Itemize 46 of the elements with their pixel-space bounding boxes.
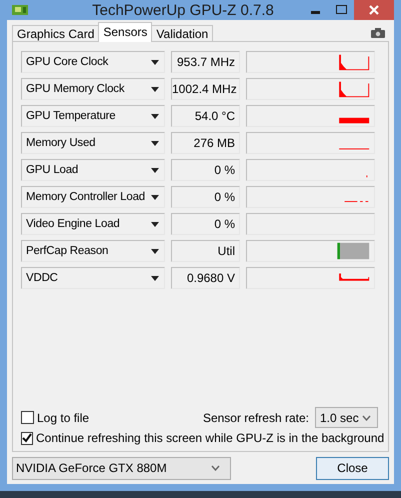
dropdown-arrow-icon[interactable]	[151, 168, 159, 172]
sensor-dropdown[interactable]: GPU Temperature	[21, 105, 165, 127]
close-button[interactable]	[354, 0, 394, 20]
sensor-value: 1002.4 MHz	[171, 78, 240, 100]
checkbox[interactable]	[21, 432, 33, 444]
dropdown-arrow-icon[interactable]	[151, 114, 159, 118]
sensor-dropdown[interactable]: Video Engine Load	[21, 213, 165, 235]
sensor-value: 0 %	[171, 213, 240, 235]
sensor-dropdown[interactable]: PerfCap Reason	[21, 240, 165, 262]
sensor-dropdown[interactable]: GPU Load	[21, 159, 165, 181]
refresh-rate-dropdown[interactable]: 1.0 sec	[315, 407, 378, 428]
sensor-value: 276 MB	[171, 132, 240, 154]
dropdown-arrow-icon[interactable]	[151, 140, 159, 146]
dropdown-arrow-icon[interactable]	[151, 222, 159, 226]
sensor-dropdown[interactable]: VDDC	[21, 267, 165, 289]
sensor-value: 54.0 °C	[171, 105, 240, 127]
sensor-value: 0 %	[171, 159, 240, 181]
close-button[interactable]: Close	[316, 456, 389, 480]
dropdown-arrow-icon[interactable]	[151, 194, 159, 200]
tab[interactable]: Validation	[151, 25, 214, 42]
sensor-value: Util	[171, 240, 240, 262]
camera-icon[interactable]	[371, 28, 385, 38]
checkbox-label: Log to file	[37, 410, 90, 424]
sensor-dropdown[interactable]: Memory Controller Load	[21, 186, 165, 208]
dropdown-arrow-icon[interactable]	[151, 86, 159, 92]
dropdown-arrow-icon[interactable]	[151, 276, 159, 280]
chevron-down-icon[interactable]	[362, 414, 371, 420]
checkbox-label: Continue refreshing this screen while GPU-Z is in the background	[36, 431, 384, 445]
dropdown-arrow-icon[interactable]	[151, 248, 159, 254]
checkmark-icon	[22, 433, 32, 443]
tab[interactable]: Sensors	[98, 22, 152, 42]
graphics-card-icon	[12, 4, 28, 16]
dropdown-arrow-icon[interactable]	[151, 60, 159, 64]
checkbox[interactable]	[21, 411, 34, 424]
sensor-value: 953.7 MHz	[171, 51, 240, 73]
tab[interactable]: Graphics Card	[12, 25, 100, 42]
sensor-value: 0 %	[171, 186, 240, 208]
sensor-value: 0.9680 V	[171, 267, 240, 289]
window-title: TechPowerUp GPU-Z 0.7.8	[91, 2, 275, 18]
sensor-dropdown[interactable]: GPU Memory Clock	[21, 78, 165, 100]
sensor-dropdown[interactable]: Memory Used	[21, 132, 165, 154]
refresh-rate-label: Sensor refresh rate:	[202, 410, 309, 424]
chevron-down-icon[interactable]	[211, 465, 220, 471]
close-icon[interactable]	[368, 4, 380, 16]
sensor-dropdown[interactable]: GPU Core Clock	[21, 51, 165, 73]
graphics-card-dropdown[interactable]: NVIDIA GeForce GTX 880M	[12, 456, 231, 480]
